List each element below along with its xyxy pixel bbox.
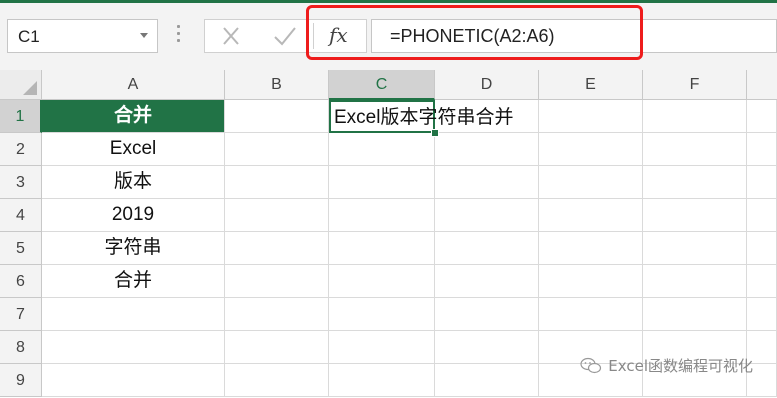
watermark-text: Excel函数编程可视化 <box>608 357 753 375</box>
row-header-9[interactable]: 9 <box>0 364 42 397</box>
grid-cell[interactable] <box>747 298 777 331</box>
grid-cell[interactable] <box>539 265 643 298</box>
cancel-icon[interactable] <box>219 25 243 47</box>
grid-cell[interactable] <box>329 331 435 364</box>
grid-cell[interactable] <box>225 100 329 133</box>
grid-cell[interactable] <box>539 199 643 232</box>
grid-cell[interactable] <box>747 100 777 133</box>
grid-cell[interactable] <box>329 265 435 298</box>
column-header-A[interactable]: A <box>42 70 225 100</box>
row-header-8[interactable]: 8 <box>0 331 42 364</box>
grid-cell[interactable] <box>435 265 539 298</box>
row-header-4[interactable]: 4 <box>0 199 42 232</box>
grid-cell[interactable] <box>435 166 539 199</box>
grid-cell[interactable] <box>225 133 329 166</box>
grid-cell[interactable] <box>643 100 747 133</box>
grid-cell[interactable] <box>747 265 777 298</box>
grid-cell[interactable] <box>435 199 539 232</box>
chevron-down-icon[interactable] <box>140 33 148 38</box>
select-all-button[interactable] <box>0 70 42 100</box>
worksheet-grid: A B C D E F 1 2 3 4 5 6 7 8 9 合并 Excel 版… <box>0 70 777 398</box>
grid-cell[interactable] <box>329 298 435 331</box>
name-box-value: C1 <box>18 27 40 46</box>
column-header-C[interactable]: C <box>329 70 435 100</box>
name-box[interactable]: C1 <box>7 19 158 53</box>
row-header-5[interactable]: 5 <box>0 232 42 265</box>
cell-C1[interactable]: Excel版本字符串合并 <box>329 100 513 133</box>
grid-cell[interactable] <box>329 133 435 166</box>
grid-cell[interactable] <box>435 232 539 265</box>
cell-A1[interactable]: 合并 <box>42 100 225 133</box>
grid-cell[interactable] <box>643 298 747 331</box>
row-header-2[interactable]: 2 <box>0 133 42 166</box>
grid-cell[interactable] <box>643 133 747 166</box>
grid-cell[interactable] <box>643 265 747 298</box>
grid-cell[interactable] <box>435 298 539 331</box>
grid-cell[interactable] <box>643 199 747 232</box>
grid-cell[interactable] <box>747 199 777 232</box>
column-header-B[interactable]: B <box>225 70 329 100</box>
row-header-3[interactable]: 3 <box>0 166 42 199</box>
fill-handle[interactable] <box>431 129 439 137</box>
grid-cell[interactable] <box>225 298 329 331</box>
wechat-icon <box>580 357 602 373</box>
ribbon-edge <box>0 0 777 3</box>
cell-A3[interactable]: 版本 <box>42 166 225 199</box>
grid-cell[interactable] <box>225 331 329 364</box>
grid-cell[interactable] <box>42 298 225 331</box>
grid-cell[interactable] <box>329 166 435 199</box>
grid-cell[interactable] <box>42 364 225 397</box>
grid-cell[interactable] <box>435 133 539 166</box>
column-header-partial[interactable] <box>747 70 777 100</box>
grid-cell[interactable] <box>329 364 435 397</box>
grid-cell[interactable] <box>747 232 777 265</box>
watermark: Excel函数编程可视化 <box>580 355 753 376</box>
cell-A4[interactable]: 2019 <box>42 199 225 232</box>
grid-cell[interactable] <box>539 298 643 331</box>
grid-cell[interactable] <box>225 232 329 265</box>
grid-cell[interactable] <box>539 133 643 166</box>
grid-cell[interactable] <box>643 166 747 199</box>
grid-cell[interactable] <box>329 232 435 265</box>
grid-cell[interactable] <box>435 331 539 364</box>
column-header-E[interactable]: E <box>539 70 643 100</box>
grid-cell[interactable] <box>435 364 539 397</box>
grid-cell[interactable] <box>747 133 777 166</box>
grid-cell[interactable] <box>225 265 329 298</box>
row-header-7[interactable]: 7 <box>0 298 42 331</box>
grid-cell[interactable] <box>539 232 643 265</box>
formula-bar: C1 fx =PHONETIC(A2:A6) <box>0 0 777 70</box>
row-header-6[interactable]: 6 <box>0 265 42 298</box>
drag-handle-icon[interactable] <box>177 25 181 47</box>
grid-cell[interactable] <box>225 199 329 232</box>
highlight-annotation <box>306 5 643 60</box>
grid-cell[interactable] <box>42 331 225 364</box>
column-header-F[interactable]: F <box>643 70 747 100</box>
grid-cell[interactable] <box>539 166 643 199</box>
grid-cell[interactable] <box>225 166 329 199</box>
column-header-D[interactable]: D <box>435 70 539 100</box>
grid-cell[interactable] <box>747 166 777 199</box>
grid-cell[interactable] <box>329 199 435 232</box>
grid-cell[interactable] <box>643 232 747 265</box>
cell-A6[interactable]: 合并 <box>42 265 225 298</box>
select-all-icon <box>23 81 37 95</box>
grid-cell[interactable] <box>539 100 643 133</box>
cell-A2[interactable]: Excel <box>42 133 225 166</box>
cell-A5[interactable]: 字符串 <box>42 232 225 265</box>
row-header-1[interactable]: 1 <box>0 100 42 133</box>
check-icon[interactable] <box>272 25 298 47</box>
grid-cell[interactable] <box>225 364 329 397</box>
